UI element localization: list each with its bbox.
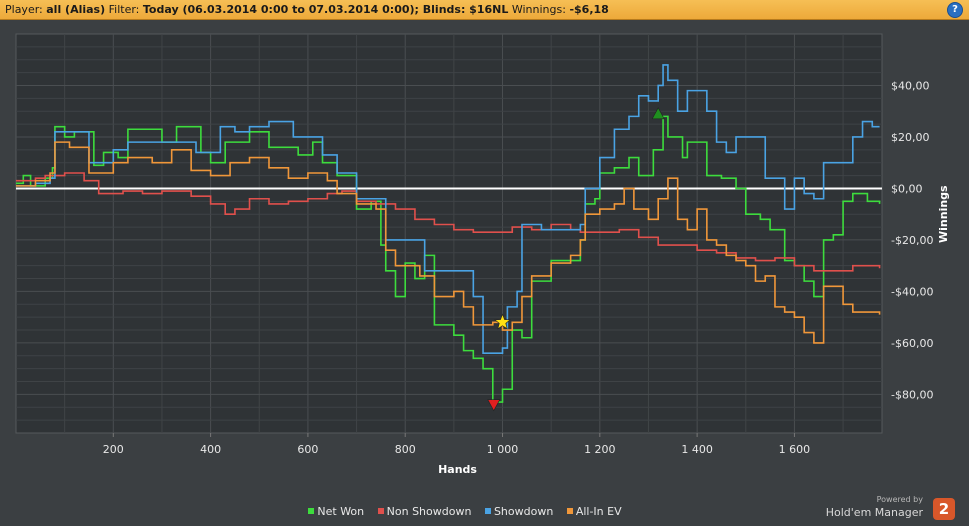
legend-swatch <box>566 508 573 514</box>
legend-item-all-in-ev[interactable]: All-In EV <box>566 505 622 518</box>
y-axis: $40,00 $20,00 $0,00 -$20,00 -$40,00 -$60,00 -$… <box>891 79 933 401</box>
x-axis: 200 400 600 800 1 000 1 200 1 400 1 600 <box>103 433 810 456</box>
y-tick-label: -$60,00 <box>891 337 933 350</box>
y-axis-label: Winnings <box>937 185 950 243</box>
winnings-value: -$6,18 <box>569 3 609 16</box>
y-tick-label: -$40,00 <box>891 285 933 298</box>
x-tick-label: 800 <box>395 443 416 456</box>
x-tick-label: 1 400 <box>681 443 713 456</box>
hm2-logo-icon: 2 <box>933 498 955 520</box>
winnings-chart: 200 400 600 800 1 000 1 200 1 400 1 600 $40,00$… <box>15 33 950 476</box>
legend-swatch <box>377 508 384 514</box>
legend-label: All-In EV <box>575 505 622 518</box>
brand-name: Hold'em Manager <box>825 506 923 519</box>
title-bar: Player: all (Alias) Filter: Today (06.03… <box>0 0 969 20</box>
x-tick-label: 600 <box>297 443 318 456</box>
y-tick-label: -$20,00 <box>891 234 933 247</box>
legend-label: Non Showdown <box>386 505 472 518</box>
legend-swatch <box>308 508 315 514</box>
legend-swatch <box>484 508 491 514</box>
help-icon[interactable]: ? <box>947 2 963 18</box>
x-tick-label: 200 <box>103 443 124 456</box>
legend-item-net-won[interactable]: Net Won <box>308 505 364 518</box>
x-tick-label: 1 000 <box>487 443 519 456</box>
y-tick-label: $0,00 <box>891 182 923 195</box>
plot-area <box>15 33 883 434</box>
legend-item-showdown[interactable]: Showdown <box>484 505 554 518</box>
x-axis-label: Hands <box>438 463 477 476</box>
x-tick-label: 1 600 <box>779 443 811 456</box>
branding: Powered by Hold'em Manager 2 <box>821 495 961 523</box>
legend: Net Won Non Showdown Showdown All-In EV <box>0 505 930 518</box>
filter-value: Today (06.03.2014 0:00 to 07.03.2014 0:0… <box>142 3 509 16</box>
x-tick-label: 1 200 <box>584 443 616 456</box>
x-tick-label: 400 <box>200 443 221 456</box>
legend-label: Showdown <box>493 505 554 518</box>
y-tick-label: -$80,00 <box>891 388 933 401</box>
legend-label: Net Won <box>317 505 365 518</box>
player-value: all (Alias) <box>46 3 106 16</box>
powered-by-text: Powered by <box>876 495 923 504</box>
y-tick-label: $40,00 <box>891 79 930 92</box>
player-label: Player: <box>5 3 43 16</box>
winnings-label: Winnings: <box>511 3 566 16</box>
y-tick-label: $20,00 <box>891 131 930 144</box>
filter-summary: Player: all (Alias) Filter: Today (06.03… <box>5 0 609 19</box>
legend-item-non-showdown[interactable]: Non Showdown <box>377 505 472 518</box>
filter-label: Filter: <box>108 3 140 16</box>
